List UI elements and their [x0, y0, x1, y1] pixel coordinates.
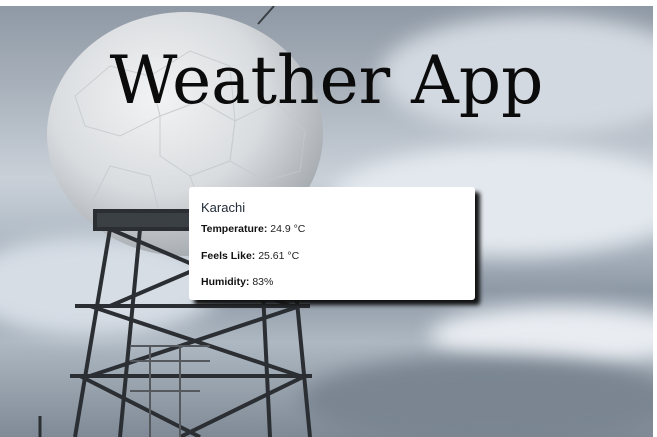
- temperature-row: Temperature: 24.9 °C: [201, 223, 305, 235]
- weather-card: Karachi Temperature: 24.9 °C Feels Like:…: [189, 187, 475, 300]
- temperature-value: 24.9 °C: [270, 223, 306, 235]
- humidity-value: 83%: [252, 276, 274, 288]
- city-name: Karachi: [201, 200, 246, 215]
- humidity-row: Humidity: 83%: [201, 276, 273, 288]
- feels-like-value: 25.61 °C: [258, 250, 300, 262]
- feels-like-row: Feels Like: 25.61 °C: [201, 250, 299, 262]
- app-title: Weather App: [109, 42, 544, 119]
- feels-like-label: Feels Like:: [201, 250, 256, 262]
- temperature-label: Temperature:: [201, 223, 268, 235]
- humidity-label: Humidity:: [201, 276, 250, 288]
